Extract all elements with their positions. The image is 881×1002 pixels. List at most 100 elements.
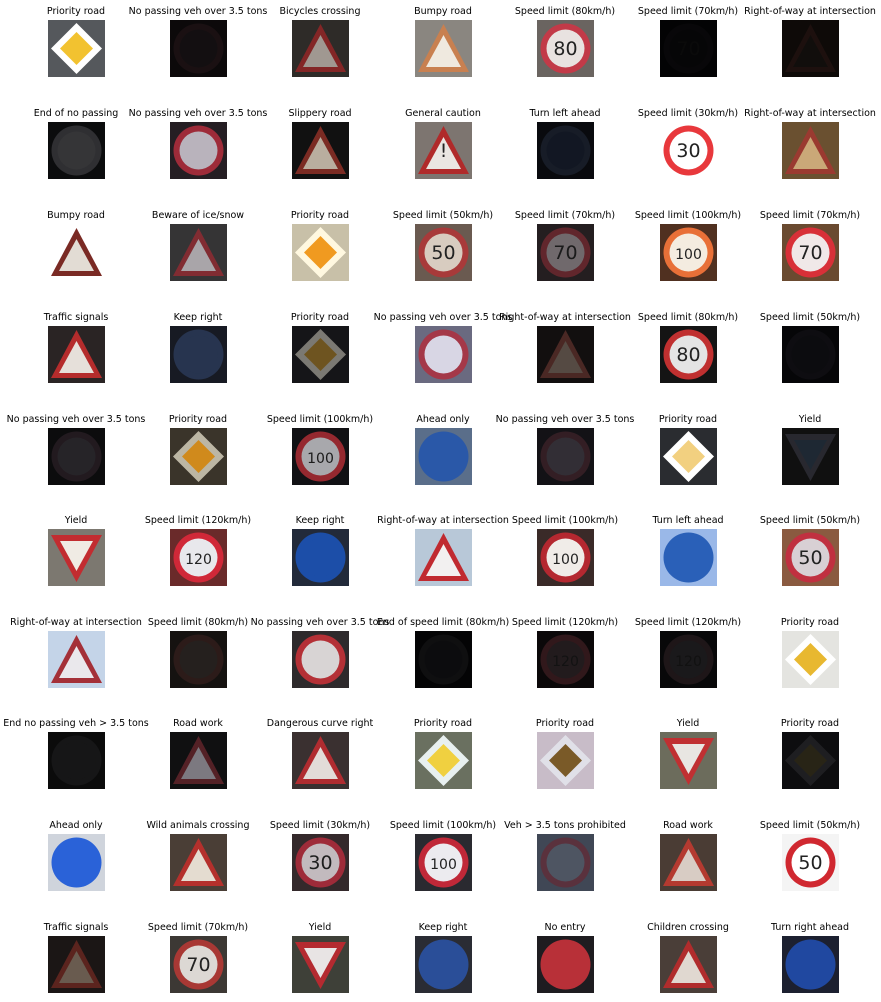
sign-thumbnail: 100 bbox=[415, 834, 472, 891]
grid-cell: Veh > 3.5 tons prohibited bbox=[495, 820, 635, 900]
grid-cell: No passing veh over 3.5 tons bbox=[495, 414, 635, 494]
sign-image bbox=[660, 936, 717, 993]
grid-cell: Speed limit (80km/h) 80 bbox=[618, 312, 758, 392]
grid-cell: Traffic signals bbox=[6, 922, 146, 1002]
image-title: Right-of-way at intersection bbox=[744, 108, 876, 119]
sign-thumbnail bbox=[782, 428, 839, 485]
sign-thumbnail bbox=[292, 20, 349, 77]
grid-cell: Priority road bbox=[250, 312, 390, 392]
grid-cell: Priority road bbox=[495, 718, 635, 798]
sign-image: ! bbox=[415, 122, 472, 179]
sign-image: 100 bbox=[415, 834, 472, 891]
sign-image bbox=[537, 326, 594, 383]
sign-thumbnail: 50 bbox=[782, 529, 839, 586]
grid-cell: Priority road bbox=[618, 414, 758, 494]
sign-thumbnail bbox=[48, 224, 105, 281]
grid-cell: Speed limit (100km/h) 100 bbox=[373, 820, 513, 900]
image-title: Turn right ahead bbox=[770, 922, 850, 933]
grid-cell: No entry bbox=[495, 922, 635, 1002]
sign-image bbox=[48, 834, 105, 891]
sign-image bbox=[782, 732, 839, 789]
sign-thumbnail bbox=[48, 529, 105, 586]
sign-thumbnail bbox=[537, 428, 594, 485]
sign-image bbox=[170, 326, 227, 383]
grid-cell: Wild animals crossing bbox=[128, 820, 268, 900]
sign-image bbox=[170, 224, 227, 281]
sign-image bbox=[170, 834, 227, 891]
grid-cell: Yield bbox=[250, 922, 390, 1002]
sign-image bbox=[782, 326, 839, 383]
sign-thumbnail bbox=[292, 529, 349, 586]
sign-image bbox=[48, 224, 105, 281]
sign-image bbox=[537, 936, 594, 993]
sign-image bbox=[48, 936, 105, 993]
sign-thumbnail bbox=[537, 732, 594, 789]
sign-image bbox=[782, 428, 839, 485]
sign-image bbox=[782, 122, 839, 179]
grid-cell: Keep right bbox=[128, 312, 268, 392]
sign-image: 120 bbox=[660, 631, 717, 688]
image-title: Speed limit (50km/h) bbox=[759, 515, 861, 526]
sign-image: 70 bbox=[170, 936, 227, 993]
sign-image bbox=[292, 326, 349, 383]
grid-cell: Bumpy road bbox=[6, 210, 146, 290]
svg-text:80: 80 bbox=[676, 344, 700, 366]
sign-image bbox=[660, 529, 717, 586]
image-title: Speed limit (70km/h) bbox=[759, 210, 861, 221]
sign-image bbox=[48, 529, 105, 586]
sign-image: 80 bbox=[660, 326, 717, 383]
sign-thumbnail: 30 bbox=[292, 834, 349, 891]
sign-thumbnail bbox=[537, 834, 594, 891]
svg-text:50: 50 bbox=[798, 852, 822, 874]
sign-image: 80 bbox=[537, 20, 594, 77]
grid-cell: Yield bbox=[740, 414, 880, 494]
sign-thumbnail bbox=[48, 936, 105, 993]
sign-thumbnail: 70 bbox=[537, 224, 594, 281]
sign-image bbox=[292, 732, 349, 789]
grid-cell: No passing veh over 3.5 tons bbox=[6, 414, 146, 494]
sign-image: 70 bbox=[660, 20, 717, 77]
sign-image bbox=[415, 326, 472, 383]
grid-cell: Turn left ahead bbox=[618, 515, 758, 595]
grid-cell: Turn right ahead bbox=[740, 922, 880, 1002]
sign-thumbnail bbox=[660, 428, 717, 485]
grid-cell: Speed limit (70km/h)70 bbox=[128, 922, 268, 1002]
grid-cell: End of no passing bbox=[6, 108, 146, 188]
grid-cell: Speed limit (70km/h)70 bbox=[618, 6, 758, 86]
grid-cell: Speed limit (50km/h) 50 bbox=[373, 210, 513, 290]
grid-cell: Keep right bbox=[250, 515, 390, 595]
sign-thumbnail bbox=[170, 631, 227, 688]
grid-cell: Speed limit (80km/h) 80 bbox=[495, 6, 635, 86]
svg-text:50: 50 bbox=[798, 547, 822, 569]
sign-image bbox=[782, 936, 839, 993]
image-title: Yield bbox=[798, 414, 822, 425]
grid-cell: Priority road bbox=[373, 718, 513, 798]
sign-image bbox=[170, 122, 227, 179]
grid-cell: Right-of-way at intersection bbox=[495, 312, 635, 392]
grid-cell: Yield bbox=[618, 718, 758, 798]
sign-thumbnail bbox=[292, 326, 349, 383]
sign-image: 50 bbox=[782, 834, 839, 891]
sign-image bbox=[48, 122, 105, 179]
sign-image bbox=[170, 631, 227, 688]
sign-image: 50 bbox=[415, 224, 472, 281]
svg-text:100: 100 bbox=[675, 247, 702, 263]
sign-thumbnail bbox=[170, 20, 227, 77]
sign-thumbnail bbox=[170, 834, 227, 891]
sign-image bbox=[292, 529, 349, 586]
sign-thumbnail bbox=[170, 224, 227, 281]
sign-thumbnail bbox=[170, 732, 227, 789]
grid-cell: Yield bbox=[6, 515, 146, 595]
grid-cell: Priority road bbox=[128, 414, 268, 494]
sign-image: 100 bbox=[292, 428, 349, 485]
grid-cell: Keep right bbox=[373, 922, 513, 1002]
sign-image bbox=[292, 631, 349, 688]
grid-cell: Priority road bbox=[740, 617, 880, 697]
sign-thumbnail bbox=[537, 936, 594, 993]
sign-image: 70 bbox=[537, 224, 594, 281]
sign-thumbnail bbox=[292, 122, 349, 179]
grid-cell: No passing veh over 3.5 tons bbox=[128, 108, 268, 188]
grid-cell: Turn left ahead bbox=[495, 108, 635, 188]
sign-image bbox=[537, 428, 594, 485]
grid-cell: Speed limit (30km/h) 30 bbox=[250, 820, 390, 900]
